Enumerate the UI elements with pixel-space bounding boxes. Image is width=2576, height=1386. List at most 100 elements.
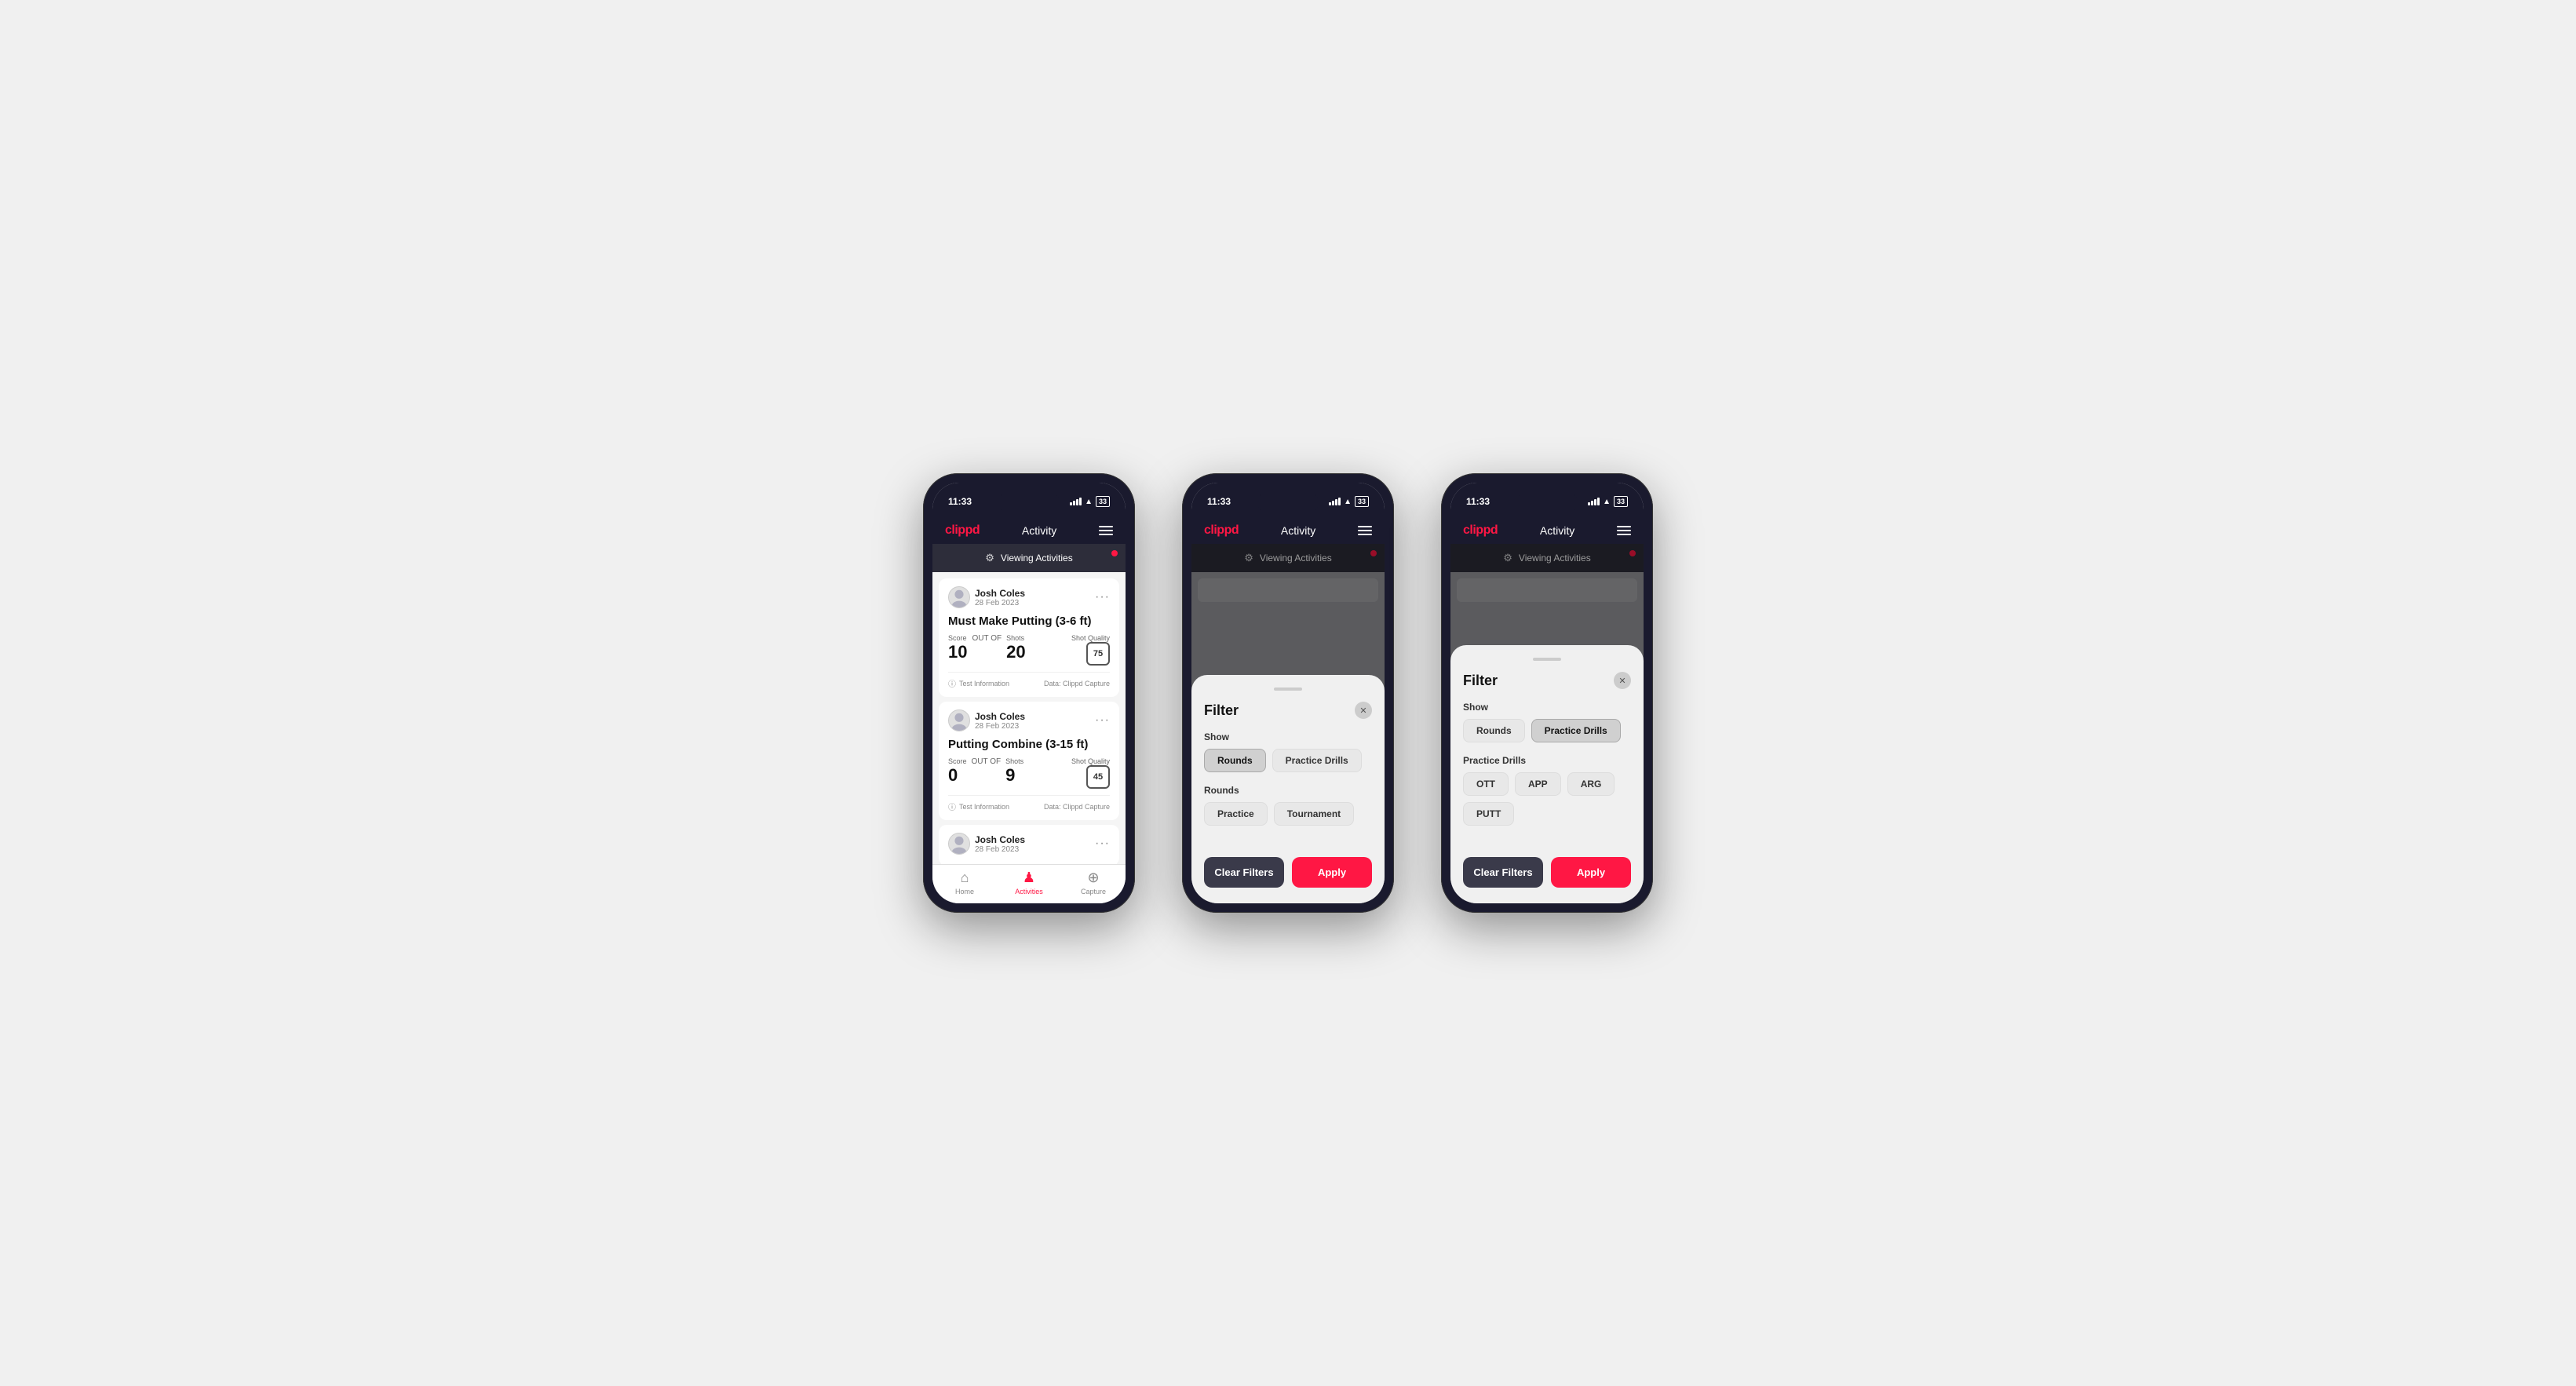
- practice-drills-chip-3[interactable]: Practice Drills: [1531, 719, 1621, 742]
- sq-badge-2: 45: [1086, 765, 1110, 789]
- filter-title-2: Filter: [1204, 702, 1239, 719]
- filter-overlay-3: Filter ✕ Show Rounds Practice Drills Pra…: [1450, 544, 1644, 903]
- apply-btn-2[interactable]: Apply: [1292, 857, 1372, 888]
- dynamic-island-3: [1516, 494, 1578, 511]
- apply-btn-3[interactable]: Apply: [1551, 857, 1631, 888]
- status-icons-2: ▲ 33: [1329, 496, 1369, 507]
- clear-filters-btn-3[interactable]: Clear Filters: [1463, 857, 1543, 888]
- practice-drills-chip-2[interactable]: Practice Drills: [1272, 749, 1362, 772]
- sq-badge-1: 75: [1086, 642, 1110, 666]
- status-icons-1: ▲ 33: [1070, 496, 1110, 507]
- show-label-3: Show: [1463, 702, 1631, 713]
- wifi-icon-2: ▲: [1344, 498, 1352, 506]
- screen-3: ⚙ Viewing Activities Filter ✕: [1450, 544, 1644, 903]
- tab-capture-1[interactable]: ⊕ Capture: [1061, 870, 1126, 895]
- avatar-3: [948, 833, 970, 855]
- screen-1: ⚙ Viewing Activities: [932, 544, 1126, 864]
- menu-icon-3[interactable]: [1617, 526, 1631, 535]
- sq-label-1: Shot Quality: [1071, 634, 1110, 642]
- avatar-2: [948, 709, 970, 731]
- phone-2: 11:33 ▲ 33 clippd Activity: [1182, 473, 1394, 913]
- filter-header-3: Filter ✕: [1463, 672, 1631, 689]
- filter-overlay-2: Filter ✕ Show Rounds Practice Drills Rou…: [1191, 544, 1385, 903]
- status-icons-3: ▲ 33: [1588, 496, 1628, 507]
- ott-chip-3[interactable]: OTT: [1463, 772, 1509, 796]
- user-meta-3: Josh Coles 28 Feb 2023: [975, 834, 1025, 854]
- filter-actions-3: Clear Filters Apply: [1463, 857, 1631, 888]
- activity-card-1[interactable]: Josh Coles 28 Feb 2023 ··· Must Make Put…: [939, 578, 1119, 697]
- practice-drills-section-3: Practice Drills: [1463, 755, 1631, 766]
- user-name-2: Josh Coles: [975, 711, 1025, 722]
- info-label-2: Test Information: [959, 803, 1009, 811]
- user-info-1: Josh Coles 28 Feb 2023: [948, 586, 1025, 608]
- card-footer-1: ⓘ Test Information Data: Clippd Capture: [948, 672, 1110, 689]
- filter-header-2: Filter ✕: [1204, 702, 1372, 719]
- app-chip-3[interactable]: APP: [1515, 772, 1561, 796]
- nav-bar-3: clippd Activity: [1450, 517, 1644, 544]
- battery-icon: 33: [1096, 496, 1110, 507]
- phone-1: 11:33 ▲ 33 clippd Activity: [923, 473, 1135, 913]
- tournament-chip-2[interactable]: Tournament: [1274, 802, 1354, 826]
- rounds-chip-3[interactable]: Rounds: [1463, 719, 1525, 742]
- shots-group-2: Shots 9: [1005, 757, 1023, 786]
- practice-chip-2[interactable]: Practice: [1204, 802, 1268, 826]
- sheet-handle-3: [1533, 658, 1561, 661]
- arg-chip-3[interactable]: ARG: [1567, 772, 1615, 796]
- footer-info-1: ⓘ Test Information: [948, 677, 1009, 689]
- round-type-chips-2: Practice Tournament: [1204, 802, 1372, 826]
- screen-2: ⚙ Viewing Activities Filter ✕: [1191, 544, 1385, 903]
- more-options-2[interactable]: ···: [1095, 713, 1110, 728]
- nav-bar-1: clippd Activity: [932, 517, 1126, 544]
- menu-icon-1[interactable]: [1099, 526, 1113, 535]
- dynamic-island: [998, 494, 1060, 511]
- menu-icon-2[interactable]: [1358, 526, 1372, 535]
- shots-group-1: Shots 20: [1006, 634, 1025, 662]
- user-meta-1: Josh Coles 28 Feb 2023: [975, 588, 1025, 607]
- user-meta-2: Josh Coles 28 Feb 2023: [975, 711, 1025, 731]
- time-2: 11:33: [1207, 496, 1231, 507]
- tab-bar-1: ⌂ Home ♟ Activities ⊕ Capture: [932, 864, 1126, 903]
- score-label-2: Score: [948, 757, 967, 765]
- battery-icon-2: 33: [1355, 496, 1369, 507]
- tab-activities-1[interactable]: ♟ Activities: [997, 870, 1061, 895]
- nav-bar-2: clippd Activity: [1191, 517, 1385, 544]
- nav-title-1: Activity: [1022, 524, 1056, 537]
- user-date-1: 28 Feb 2023: [975, 599, 1025, 607]
- rounds-chip-2[interactable]: Rounds: [1204, 749, 1266, 772]
- filter-close-3[interactable]: ✕: [1614, 672, 1631, 689]
- activity-card-3[interactable]: Josh Coles 28 Feb 2023 ···: [939, 825, 1119, 864]
- putt-chip-3[interactable]: PUTT: [1463, 802, 1514, 826]
- activity-card-2[interactable]: Josh Coles 28 Feb 2023 ··· Putting Combi…: [939, 702, 1119, 820]
- filter-close-2[interactable]: ✕: [1355, 702, 1372, 719]
- dynamic-island-2: [1257, 494, 1319, 511]
- user-name-3: Josh Coles: [975, 834, 1025, 845]
- viewing-banner-1[interactable]: ⚙ Viewing Activities: [932, 544, 1126, 572]
- activities-label-1: Activities: [1015, 888, 1043, 895]
- tab-home-1[interactable]: ⌂ Home: [932, 870, 997, 895]
- clear-filters-btn-2[interactable]: Clear Filters: [1204, 857, 1284, 888]
- score-group-2: Score 0: [948, 757, 967, 786]
- user-info-2: Josh Coles 28 Feb 2023: [948, 709, 1025, 731]
- info-icon-1: ⓘ: [948, 677, 956, 689]
- out-of-1: OUT OF: [972, 634, 1002, 643]
- show-label-2: Show: [1204, 731, 1372, 742]
- filter-actions-2: Clear Filters Apply: [1204, 857, 1372, 888]
- viewing-label-1: Viewing Activities: [1001, 553, 1073, 564]
- shots-label-1: Shots: [1006, 634, 1025, 642]
- footer-data-1: Data: Clippd Capture: [1044, 680, 1110, 688]
- notification-dot-1: [1111, 550, 1118, 556]
- shots-value-2: 9: [1005, 765, 1015, 785]
- score-label-1: Score: [948, 634, 967, 642]
- time-3: 11:33: [1466, 496, 1490, 507]
- card-header-1: Josh Coles 28 Feb 2023 ···: [948, 586, 1110, 608]
- activity-title-2: Putting Combine (3-15 ft): [948, 738, 1110, 751]
- wifi-icon: ▲: [1085, 498, 1093, 506]
- more-options-3[interactable]: ···: [1095, 837, 1110, 851]
- signal-icon-2: [1329, 498, 1341, 505]
- filter-title-3: Filter: [1463, 673, 1498, 689]
- card-header-2: Josh Coles 28 Feb 2023 ···: [948, 709, 1110, 731]
- capture-label-1: Capture: [1081, 888, 1106, 895]
- more-options-1[interactable]: ···: [1095, 590, 1110, 604]
- shots-value-1: 20: [1006, 642, 1025, 662]
- signal-icon-3: [1588, 498, 1600, 505]
